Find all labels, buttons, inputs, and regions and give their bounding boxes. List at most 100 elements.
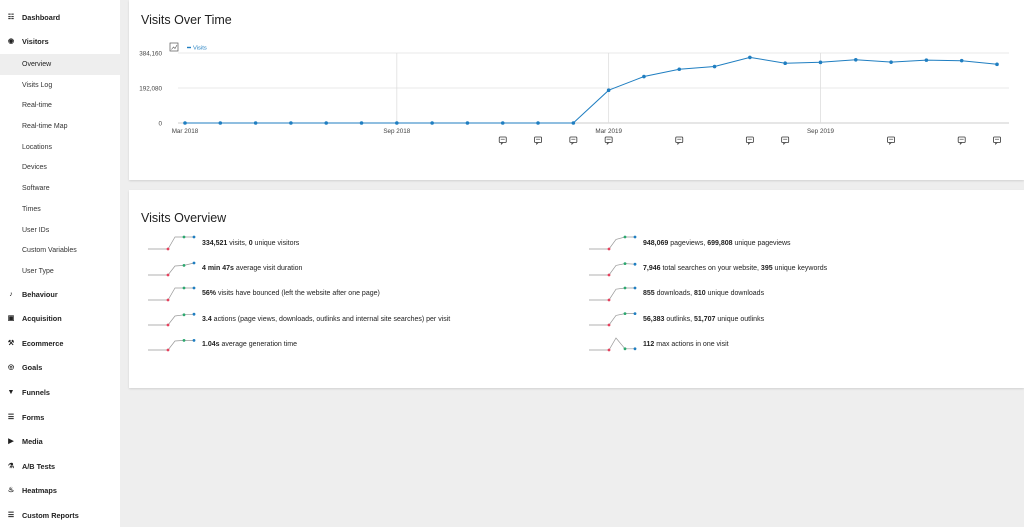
- visits-series-line: [185, 56, 998, 124]
- sidebar-category-label: Behaviour: [22, 289, 58, 299]
- metric-value: 1.04s: [202, 340, 220, 348]
- metric-label: unique keywords: [772, 265, 828, 272]
- sidebar-category-behaviour[interactable]: ♪ Behaviour: [0, 282, 120, 307]
- sparkline: [148, 261, 196, 276]
- metric-label: unique downloads: [705, 290, 765, 297]
- overview-metric-text: 948,069 pageviews, 699,808 unique pagevi…: [643, 240, 791, 247]
- legend-label[interactable]: Visits: [193, 46, 207, 52]
- metric-label: average generation time: [219, 340, 297, 348]
- sparkline: [589, 235, 637, 251]
- data-point: [324, 121, 329, 125]
- metric-value: 7,946: [643, 265, 661, 272]
- overview-metric-row: 3.4 actions (page views, downloads, outl…: [148, 309, 450, 329]
- sparkline: [148, 339, 196, 352]
- acquisition-icon: ▣: [7, 315, 15, 323]
- y-tick-label: 192,080: [139, 86, 162, 93]
- metric-label: pageviews,: [668, 239, 708, 247]
- overview-metric-text: 56,383 outlinks, 51,707 unique outlinks: [643, 316, 764, 323]
- x-tick-label: Sep 2019: [807, 128, 834, 135]
- overview-metric-row: 56% visits have bounced (left the websit…: [148, 284, 380, 304]
- sidebar-item-locations[interactable]: Locations: [0, 137, 120, 158]
- data-point: [889, 60, 893, 64]
- sidebar-item-custom-variables[interactable]: Custom Variables: [0, 240, 120, 261]
- visits-overview-card: Visits Overview 334,521 visits, 0 unique…: [129, 190, 1024, 388]
- overview-metric-row: 56,383 outlinks, 51,707 unique outlinks: [589, 309, 764, 329]
- annotation-icon[interactable]: [957, 136, 966, 146]
- sidebar-item-real-time[interactable]: Real-time: [0, 96, 120, 117]
- sidebar-item-times[interactable]: Times: [0, 199, 120, 220]
- annotation-icon[interactable]: [534, 136, 542, 146]
- metric-label: average visit duration: [233, 265, 303, 272]
- sidebar-category-heatmaps[interactable]: ♨ Heatmaps: [0, 479, 120, 504]
- data-point: [606, 88, 611, 93]
- y-tick-label: 0: [158, 121, 162, 128]
- sidebar-item-software[interactable]: Software: [0, 178, 120, 199]
- sidebar-item-user-type[interactable]: User Type: [0, 261, 120, 282]
- sidebar-item-user-ids[interactable]: User IDs: [0, 220, 120, 241]
- sidebar-item-visits-log[interactable]: Visits Log: [0, 75, 120, 96]
- annotation-icon[interactable]: [604, 136, 613, 146]
- sidebar: ☷ Dashboard ◉ Visitors Overview Visits Log Rea…: [0, 0, 120, 527]
- sidebar-category-visitors[interactable]: ◉ Visitors: [0, 30, 120, 55]
- data-point: [289, 121, 293, 125]
- overview-metric-text: 56% visits have bounced (left the websit…: [202, 290, 380, 297]
- data-point: [359, 121, 364, 125]
- sidebar-category-funnels[interactable]: ▼ Funnels: [0, 380, 120, 405]
- metric-value: 4 min 47s: [202, 265, 234, 272]
- overview-metric-row: 948,069 pageviews, 699,808 unique pagevi…: [589, 233, 791, 253]
- sidebar-category-a-b-tests[interactable]: ⚗ A/B Tests: [0, 454, 120, 479]
- sidebar-item-overview[interactable]: Overview: [0, 54, 120, 75]
- metric-label: unique outlinks: [715, 315, 765, 323]
- data-point: [253, 121, 258, 125]
- overview-metric-row: 7,946 total searches on your website, 39…: [589, 259, 827, 279]
- data-point: [712, 64, 717, 69]
- metric-label: unique pageviews: [732, 239, 791, 247]
- annotation-icon[interactable]: [781, 136, 790, 146]
- chart-type-icon[interactable]: [169, 42, 179, 52]
- visits-line-chart: 384,160 192,080 0 Mar 2018 Sep 2018 Mar 2019 S…: [139, 42, 1009, 146]
- overview-metric-text: 4 min 47s average visit duration: [202, 265, 302, 272]
- annotation-icon[interactable]: [675, 136, 684, 146]
- sidebar-item-real-time-map[interactable]: Real-time Map: [0, 116, 120, 137]
- sparkline: [589, 286, 637, 301]
- metric-value: 56,383: [643, 315, 665, 323]
- ecommerce-icon: ⚒: [7, 339, 15, 347]
- metric-label: total searches on your website,: [660, 265, 761, 272]
- metric-label: unique visitors: [252, 239, 300, 247]
- sidebar-category-label: Goals: [22, 363, 43, 373]
- funnel-icon: ▼: [7, 388, 15, 396]
- data-point: [395, 121, 399, 125]
- annotation-icon[interactable]: [569, 136, 578, 146]
- annotation-icon[interactable]: [745, 136, 754, 146]
- data-point: [183, 121, 187, 125]
- sidebar-category-media[interactable]: ▶ Media: [0, 429, 120, 454]
- sidebar-category-label: Ecommerce: [22, 338, 64, 348]
- annotation-icon[interactable]: [498, 136, 507, 146]
- data-point: [783, 61, 787, 66]
- overview-metric-row: 855 downloads, 810 unique downloads: [589, 284, 764, 304]
- overview-metric-text: 855 downloads, 810 unique downloads: [643, 290, 764, 297]
- sidebar-category-label: Dashboard: [22, 12, 61, 22]
- annotation-icon[interactable]: [887, 136, 895, 146]
- overview-metric-row: 1.04s average generation time: [148, 334, 297, 354]
- annotation-icon[interactable]: [993, 136, 1001, 146]
- sidebar-item-devices[interactable]: Devices: [0, 158, 120, 179]
- data-point: [465, 121, 470, 125]
- metric-value: 855: [643, 290, 655, 297]
- sidebar-category-forms[interactable]: ☰ Forms: [0, 405, 120, 430]
- sidebar-category-dashboard[interactable]: ☷ Dashboard: [0, 5, 120, 30]
- metric-value: 334,521: [202, 239, 228, 247]
- data-point: [642, 74, 646, 79]
- data-point: [500, 121, 505, 125]
- metric-value: 3.4: [202, 315, 212, 323]
- sidebar-category-goals[interactable]: ◎ Goals: [0, 356, 120, 381]
- overview-metric-row: 334,521 visits, 0 unique visitors: [148, 233, 299, 253]
- flask-icon: ⚗: [7, 462, 15, 470]
- data-point: [677, 67, 682, 72]
- x-tick-label: Sep 2018: [383, 128, 410, 135]
- sidebar-category-acquisition[interactable]: ▣ Acquisition: [0, 306, 120, 331]
- metric-value: 395: [760, 265, 773, 272]
- sidebar-category-label: Visitors: [22, 37, 49, 47]
- sidebar-category-ecommerce[interactable]: ⚒ Ecommerce: [0, 331, 120, 356]
- sidebar-category-custom-reports[interactable]: ☰ Custom Reports: [0, 503, 120, 527]
